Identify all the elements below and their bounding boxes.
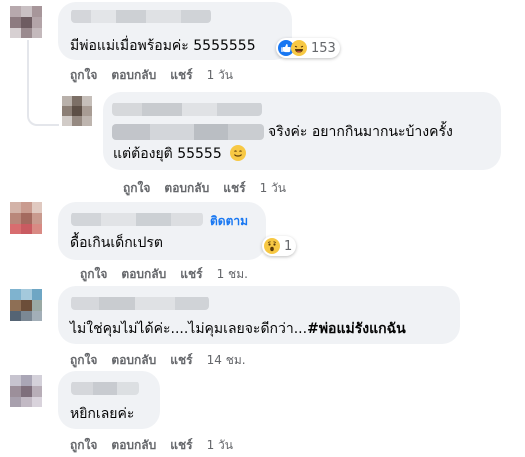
- reply-button[interactable]: ตอบกลับ: [164, 179, 209, 198]
- comment-actions: ถูกใจ ตอบกลับ แชร์ 1 วัน: [70, 66, 247, 85]
- blurred-author-name[interactable]: [112, 102, 262, 116]
- comment-text: ไม่ใช่คุมไม่ได้ค่ะ....ไม่คุมเลยจะดีกว่า.…: [70, 321, 406, 337]
- reply-thread-line: [27, 40, 59, 126]
- share-button[interactable]: แชร์: [170, 351, 192, 370]
- like-button[interactable]: ถูกใจ: [80, 265, 107, 284]
- wow-icon: [264, 238, 280, 254]
- reaction-count: 1: [284, 238, 293, 254]
- like-button[interactable]: ถูกใจ: [123, 179, 150, 198]
- avatar[interactable]: [10, 375, 42, 407]
- avatar[interactable]: [10, 6, 42, 38]
- follow-button[interactable]: ติดตาม: [210, 212, 248, 231]
- like-button[interactable]: ถูกใจ: [70, 351, 97, 370]
- reaction-summary[interactable]: 1: [262, 236, 297, 256]
- comment-text: มีพ่อแม่เมื่อพร้อมค่ะ 5555555: [70, 38, 256, 54]
- timestamp[interactable]: 1 วัน: [207, 436, 233, 455]
- blurred-author-name[interactable]: [71, 212, 203, 226]
- blurred-mention[interactable]: [112, 124, 264, 140]
- comment-text: ดื้อเกินเด็กเปรต: [70, 235, 163, 251]
- share-button[interactable]: แชร์: [170, 66, 192, 85]
- reaction-count: 153: [311, 40, 336, 56]
- reply-actions: ถูกใจ ตอบกลับ แชร์ 1 วัน: [123, 179, 300, 198]
- share-button[interactable]: แชร์: [180, 265, 202, 284]
- like-button[interactable]: ถูกใจ: [70, 436, 97, 455]
- reply-text-line2: แต่ต้องยุติ 55555: [113, 143, 247, 165]
- reply-button[interactable]: ตอบกลับ: [121, 265, 166, 284]
- comment-actions: ถูกใจ ตอบกลับ แชร์ 1 วัน: [70, 436, 247, 455]
- comment-text: หยิกเลยค่ะ: [70, 406, 135, 422]
- timestamp[interactable]: 14 ชม.: [207, 351, 246, 370]
- smile-emoji-icon: [230, 145, 247, 161]
- timestamp[interactable]: 1 วัน: [260, 179, 286, 198]
- comment-actions: ถูกใจ ตอบกลับ แชร์ 14 ชม.: [70, 351, 260, 370]
- haha-icon: [291, 40, 307, 56]
- share-button[interactable]: แชร์: [170, 436, 192, 455]
- reply-button[interactable]: ตอบกลับ: [111, 436, 156, 455]
- avatar[interactable]: [10, 202, 42, 234]
- timestamp[interactable]: 1 ชม.: [217, 265, 248, 284]
- blurred-author-name[interactable]: [71, 381, 139, 395]
- reply-button[interactable]: ตอบกลับ: [111, 351, 156, 370]
- reply-button[interactable]: ตอบกลับ: [111, 66, 156, 85]
- timestamp[interactable]: 1 วัน: [207, 66, 233, 85]
- reply-text-line1: จริงค่ะ อยากกินมากนะบ้างครั้ง: [268, 124, 453, 140]
- hashtag-link[interactable]: #พ่อแม่รังแกฉัน: [307, 321, 406, 337]
- avatar[interactable]: [62, 96, 92, 126]
- reaction-summary[interactable]: 153: [276, 38, 340, 58]
- blurred-author-name[interactable]: [71, 296, 209, 310]
- blurred-author-name[interactable]: [71, 9, 211, 23]
- share-button[interactable]: แชร์: [223, 179, 245, 198]
- avatar[interactable]: [10, 289, 42, 321]
- like-button[interactable]: ถูกใจ: [70, 66, 97, 85]
- comment-actions: ถูกใจ ตอบกลับ แชร์ 1 ชม.: [80, 265, 262, 284]
